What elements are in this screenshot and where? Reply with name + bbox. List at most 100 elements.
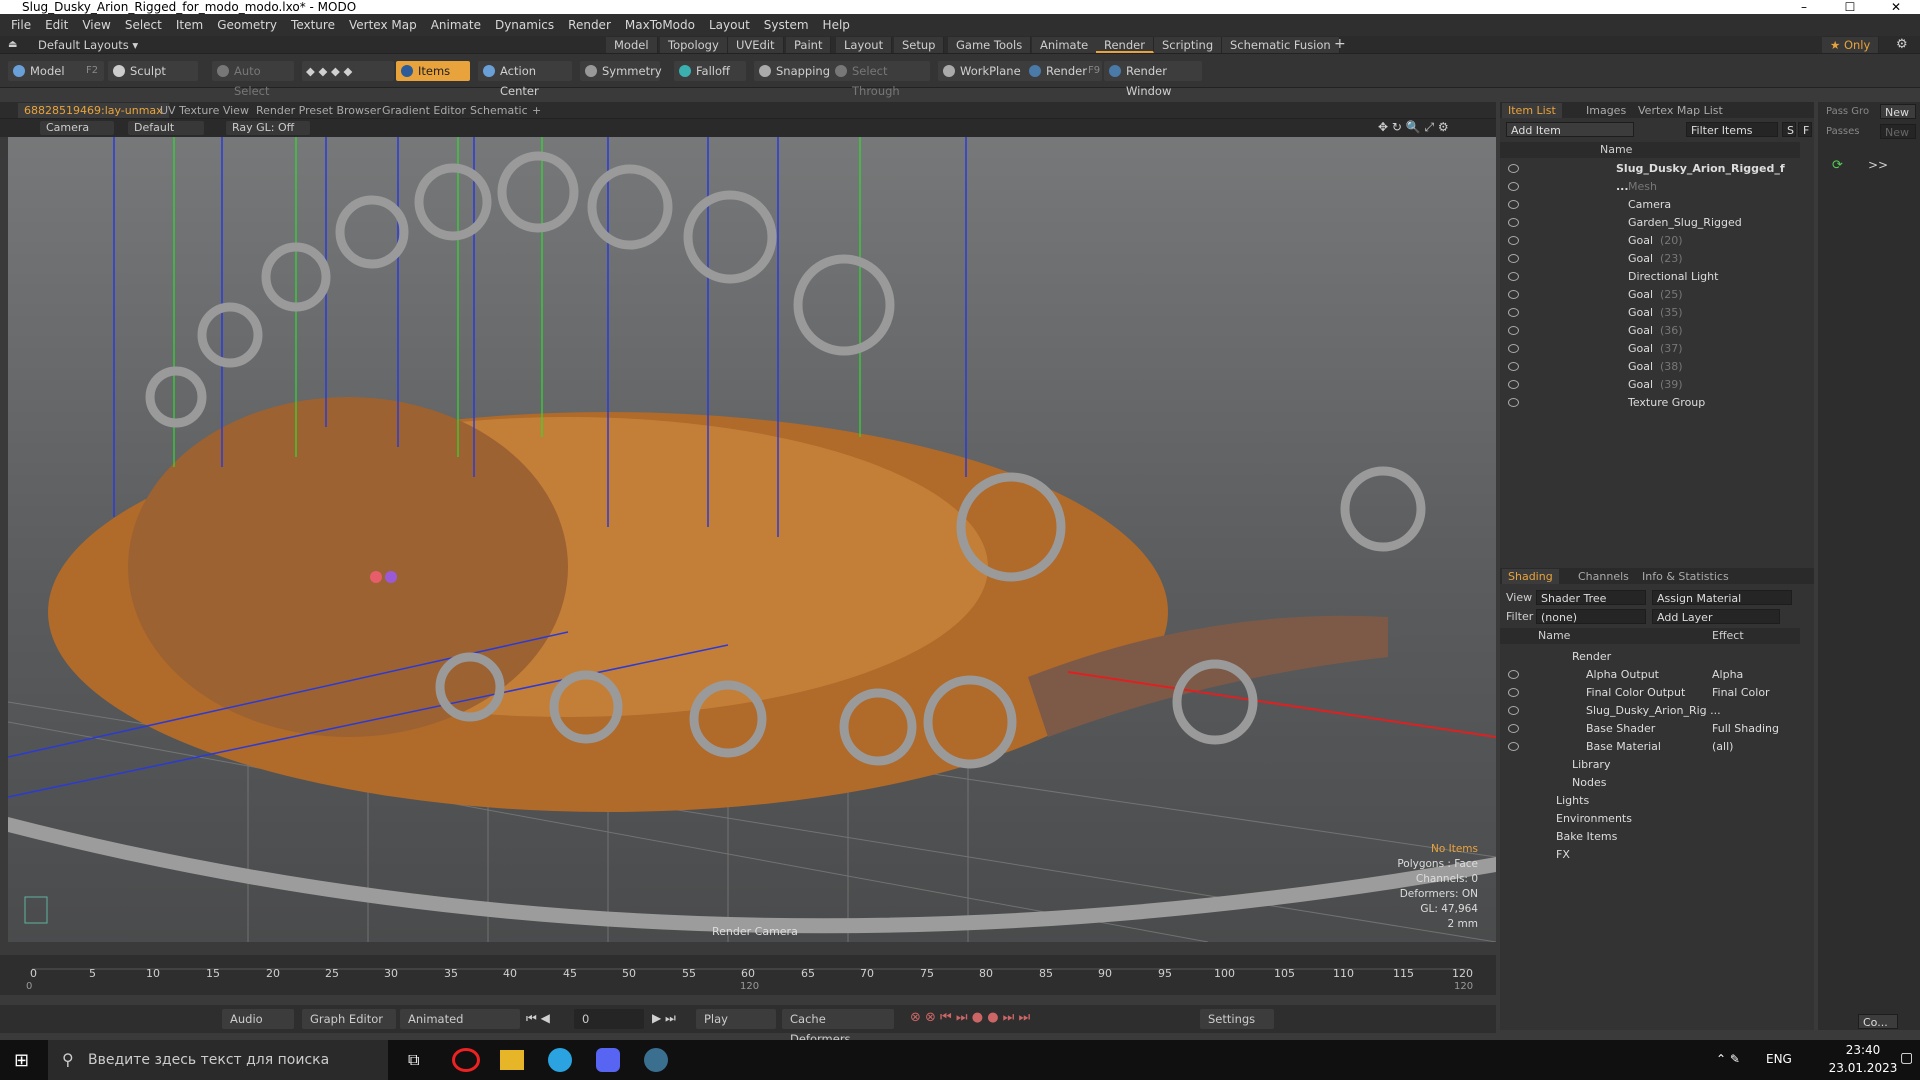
layout-lock-icon[interactable]: ⏏ bbox=[8, 39, 17, 50]
default-layouts-dropdown[interactable]: Default Layouts ▾ bbox=[38, 38, 138, 52]
list-item[interactable]: Goal (36) bbox=[1500, 322, 1800, 340]
tab-game-tools[interactable]: Game Tools bbox=[948, 37, 1032, 53]
tab-viewport-main[interactable]: 68828519469:lay-unmax bbox=[18, 103, 169, 118]
tab-layout[interactable]: Layout bbox=[836, 37, 893, 53]
view-dropdown[interactable]: Shader Tree bbox=[1536, 590, 1646, 605]
tab-images[interactable]: Images bbox=[1580, 103, 1632, 118]
menu-texture[interactable]: Texture bbox=[284, 18, 342, 32]
tab-vertex-map-list[interactable]: Vertex Map List bbox=[1632, 103, 1729, 118]
assign-material-field[interactable]: Assign Material bbox=[1652, 590, 1792, 605]
taskbar-search-input[interactable]: ⚲ Введите здесь текст для поиска bbox=[48, 1040, 388, 1080]
menu-dynamics[interactable]: Dynamics bbox=[488, 18, 561, 32]
cache-deformers-button[interactable]: Cache Deformers bbox=[782, 1009, 894, 1046]
table-row[interactable]: Final Color Output Final Color bbox=[1500, 684, 1800, 702]
eye-icon[interactable] bbox=[1508, 670, 1519, 679]
add-item-dropdown[interactable]: Add Item bbox=[1506, 122, 1634, 137]
viewport-nav-icons[interactable]: ✥ ↻ 🔍 ⤢ ⚙ bbox=[1378, 120, 1449, 135]
maximize-icon[interactable]: ☐ bbox=[1828, 0, 1872, 14]
modo-icon[interactable] bbox=[644, 1048, 668, 1072]
notifications-icon[interactable]: ▢ bbox=[1900, 1050, 1913, 1066]
eye-icon[interactable] bbox=[1508, 380, 1519, 389]
sculpt-button[interactable]: Sculpt bbox=[108, 61, 198, 81]
menu-animate[interactable]: Animate bbox=[424, 18, 488, 32]
falloff-button[interactable]: Falloff bbox=[674, 61, 746, 81]
eye-icon[interactable] bbox=[1508, 398, 1519, 407]
tab-scripting[interactable]: Scripting bbox=[1154, 37, 1223, 53]
add-tab-icon[interactable]: + bbox=[1334, 36, 1346, 52]
skip-back-icons[interactable]: ⏮ ◀ bbox=[526, 1011, 550, 1026]
eye-icon[interactable] bbox=[1508, 688, 1519, 697]
tab-schematic[interactable]: Schematic bbox=[464, 103, 534, 118]
raygl-dropdown[interactable]: Ray GL: Off bbox=[226, 121, 310, 135]
shading-style-dropdown[interactable]: Default bbox=[128, 121, 204, 135]
table-row[interactable]: Alpha Output Alpha bbox=[1500, 666, 1800, 684]
play-button[interactable]: Play bbox=[696, 1009, 776, 1029]
eye-icon[interactable] bbox=[1508, 290, 1519, 299]
menu-file[interactable]: File bbox=[4, 18, 38, 32]
frame-field[interactable]: 0 bbox=[574, 1009, 644, 1029]
menu-render[interactable]: Render bbox=[561, 18, 618, 32]
eye-icon[interactable] bbox=[1508, 344, 1519, 353]
menu-view[interactable]: View bbox=[75, 18, 117, 32]
menu-vertex-map[interactable]: Vertex Map bbox=[342, 18, 424, 32]
list-item[interactable]: Mesh bbox=[1500, 178, 1800, 196]
menu-item[interactable]: Item bbox=[169, 18, 210, 32]
list-item[interactable]: Goal (25) bbox=[1500, 286, 1800, 304]
table-row[interactable]: Library bbox=[1500, 756, 1800, 774]
3d-viewport[interactable]: Render Camera No Items Polygons : Face C… bbox=[8, 137, 1496, 942]
opera-icon[interactable] bbox=[452, 1048, 480, 1072]
table-row[interactable]: Slug_Dusky_Arion_Rig ... bbox=[1500, 702, 1800, 720]
menu-select[interactable]: Select bbox=[118, 18, 169, 32]
workplane-button[interactable]: WorkPlane bbox=[938, 61, 1030, 81]
minimize-icon[interactable]: – bbox=[1782, 0, 1826, 14]
tab-shading[interactable]: Shading bbox=[1502, 569, 1559, 584]
filter-dropdown[interactable]: (none) bbox=[1536, 609, 1646, 624]
eye-icon[interactable] bbox=[1508, 326, 1519, 335]
table-row[interactable]: FX bbox=[1500, 846, 1800, 864]
tab-gradient-editor[interactable]: Gradient Editor bbox=[376, 103, 472, 118]
eye-icon[interactable] bbox=[1508, 272, 1519, 281]
selection-modes[interactable]: ◆ ◆ ◆ ◆ bbox=[302, 61, 394, 81]
discord-icon[interactable] bbox=[596, 1048, 620, 1072]
table-row[interactable]: Environments bbox=[1500, 810, 1800, 828]
eye-icon[interactable] bbox=[1508, 254, 1519, 263]
menu-system[interactable]: System bbox=[757, 18, 816, 32]
items-mode-button[interactable]: Items bbox=[396, 61, 470, 81]
table-row[interactable]: Base Shader Full Shading bbox=[1500, 720, 1800, 738]
telegram-icon[interactable] bbox=[548, 1048, 572, 1072]
eye-icon[interactable] bbox=[1508, 218, 1519, 227]
tab-paint[interactable]: Paint bbox=[786, 37, 832, 53]
auto-select-button[interactable]: Auto Select bbox=[212, 61, 294, 98]
tab-item-list[interactable]: Item List bbox=[1502, 103, 1562, 118]
clock-time[interactable]: 23:40 bbox=[1828, 1043, 1898, 1057]
tray-icons[interactable]: ⌃ ✎ bbox=[1716, 1052, 1740, 1066]
eye-icon[interactable] bbox=[1508, 362, 1519, 371]
action-center-button[interactable]: Action Center bbox=[478, 61, 572, 98]
menu-layout[interactable]: Layout bbox=[702, 18, 757, 32]
audio-button[interactable]: Audio bbox=[222, 1009, 294, 1029]
list-item[interactable]: Goal (38) bbox=[1500, 358, 1800, 376]
table-row[interactable]: Lights bbox=[1500, 792, 1800, 810]
expand-icon[interactable]: >> bbox=[1868, 158, 1888, 172]
render-window-button[interactable]: Render Window bbox=[1104, 61, 1202, 98]
list-item[interactable]: Goal (20) bbox=[1500, 232, 1800, 250]
new-pass-group-button[interactable]: New bbox=[1880, 104, 1916, 119]
list-item[interactable]: Goal (35) bbox=[1500, 304, 1800, 322]
eye-icon[interactable] bbox=[1508, 236, 1519, 245]
table-row[interactable]: Base Material (all) bbox=[1500, 738, 1800, 756]
eye-icon[interactable] bbox=[1508, 164, 1519, 173]
graph-editor-button[interactable]: Graph Editor bbox=[302, 1009, 396, 1029]
tab-model[interactable]: Model bbox=[606, 37, 658, 53]
tab-uvedit[interactable]: UVEdit bbox=[728, 37, 784, 53]
menu-maxtomodo[interactable]: MaxToModo bbox=[618, 18, 702, 32]
table-row[interactable]: Render bbox=[1500, 648, 1800, 666]
add-layer-dropdown[interactable]: Add Layer bbox=[1652, 609, 1780, 624]
tab-info-statistics[interactable]: Info & Statistics bbox=[1636, 569, 1735, 584]
list-item[interactable]: Garden_Slug_Rigged bbox=[1500, 214, 1800, 232]
table-row[interactable]: Nodes bbox=[1500, 774, 1800, 792]
co-button[interactable]: Co... bbox=[1858, 1014, 1898, 1029]
list-item[interactable]: Texture Group bbox=[1500, 394, 1800, 412]
settings-button[interactable]: Settings bbox=[1200, 1009, 1274, 1029]
eye-icon[interactable] bbox=[1508, 308, 1519, 317]
eye-icon[interactable] bbox=[1508, 182, 1519, 191]
